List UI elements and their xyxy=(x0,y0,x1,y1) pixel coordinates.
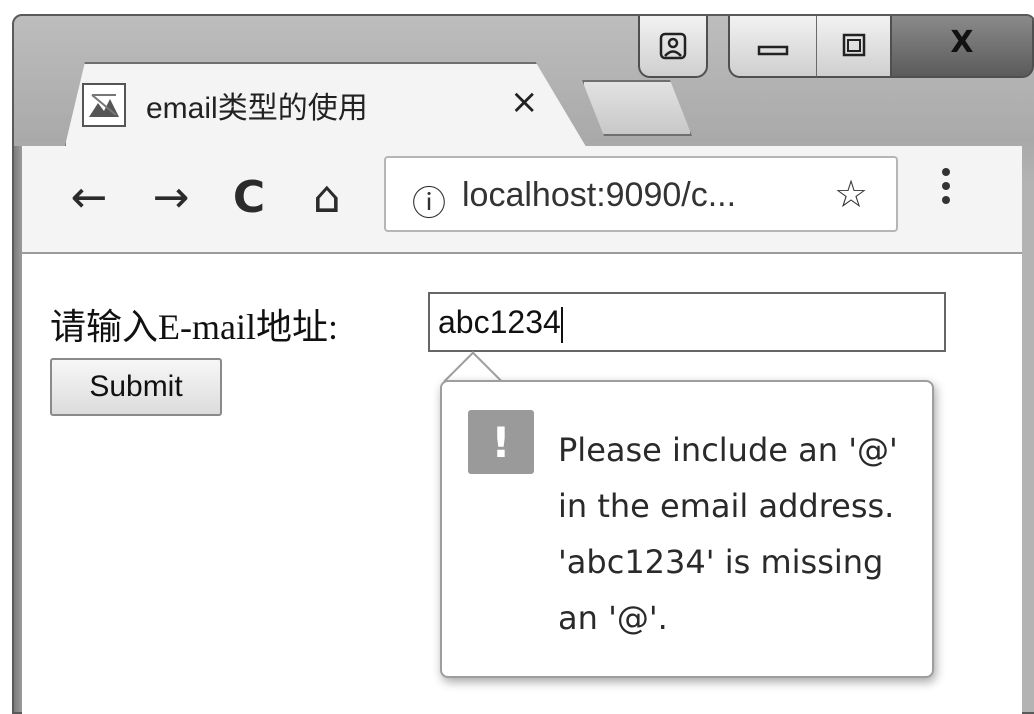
forward-arrow-icon[interactable]: → xyxy=(138,164,204,230)
close-icon: X xyxy=(950,24,974,60)
bookmark-star-icon[interactable]: ☆ xyxy=(834,172,868,216)
email-input[interactable]: abc1234 xyxy=(428,292,946,352)
tab-close-icon[interactable]: × xyxy=(510,82,539,122)
home-icon[interactable]: ⌂ xyxy=(294,164,360,230)
profile-button[interactable] xyxy=(638,16,708,78)
email-input-value: abc1234 xyxy=(438,304,561,340)
maximize-button[interactable] xyxy=(816,16,892,78)
address-bar[interactable]: ⓘ localhost:9090/c... ☆ xyxy=(384,156,898,232)
browser-tab[interactable]: email类型的使用 × xyxy=(82,62,552,148)
info-icon[interactable]: ⓘ xyxy=(412,176,446,225)
validation-message: Please include an '@' in the email addre… xyxy=(558,431,898,637)
menu-icon[interactable] xyxy=(940,166,952,206)
email-label: 请输入E-mail地址: xyxy=(50,307,338,347)
user-icon xyxy=(659,32,687,60)
minimize-icon xyxy=(757,45,789,56)
image-favicon-icon xyxy=(82,83,126,127)
back-arrow-icon[interactable]: ← xyxy=(56,164,122,230)
maximize-icon xyxy=(842,33,865,57)
close-window-button[interactable]: X xyxy=(890,16,1034,78)
page-content: 请输入E-mail地址: abc1234 Submit ! Please inc… xyxy=(22,254,1022,714)
reload-icon[interactable]: C xyxy=(216,164,282,230)
text-caret xyxy=(560,306,563,343)
submit-button[interactable]: Submit xyxy=(50,358,222,416)
browser-toolbar: ← → C ⌂ ⓘ localhost:9090/c... ☆ xyxy=(22,146,1022,254)
tab-title: email类型的使用 xyxy=(146,92,368,125)
warning-icon: ! xyxy=(468,410,534,474)
validation-tooltip: ! Please include an '@' in the email add… xyxy=(440,380,934,678)
url-text[interactable]: localhost:9090/c... xyxy=(462,176,736,215)
minimize-button[interactable] xyxy=(728,16,818,78)
